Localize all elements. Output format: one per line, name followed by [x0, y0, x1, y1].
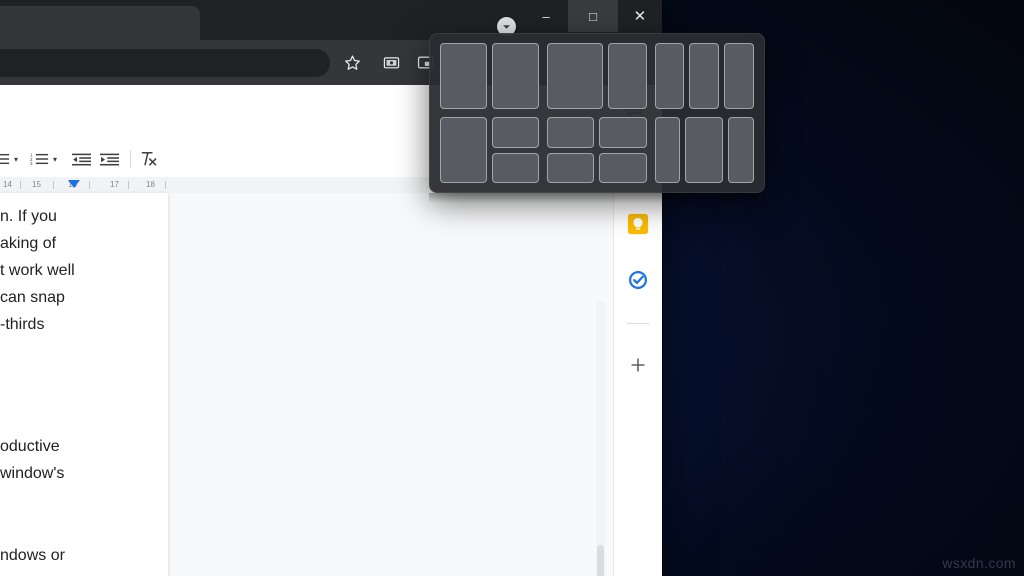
list-style-dropdown[interactable]: ▾ — [0, 147, 18, 171]
document-text-line: ndows or — [0, 547, 65, 564]
snap-layouts-flyout[interactable] — [429, 33, 765, 193]
snap-zone[interactable] — [689, 43, 720, 109]
first-line-indent-marker[interactable] — [68, 180, 80, 188]
ruler-pipe — [89, 181, 90, 189]
snap-layout-left-full-right-stacked[interactable] — [440, 117, 540, 183]
tasks-button[interactable] — [623, 265, 653, 295]
ruler-pipe — [128, 181, 129, 189]
snap-zone[interactable] — [599, 152, 647, 183]
scrollbar-track[interactable] — [596, 301, 605, 576]
document-text-line: aking of — [0, 235, 57, 252]
snap-zone[interactable] — [547, 43, 604, 109]
snap-layout-narrow-wide-narrow[interactable] — [654, 117, 754, 183]
snap-zone[interactable] — [547, 152, 595, 183]
snap-zone[interactable] — [728, 117, 754, 183]
snap-zone[interactable] — [654, 43, 685, 109]
snap-zone[interactable] — [685, 117, 724, 183]
docs-canvas: n. If you aking of t work well can snap … — [0, 193, 662, 576]
snap-zone[interactable] — [492, 117, 540, 148]
browser-active-tab[interactable] — [0, 6, 200, 40]
snap-zone[interactable] — [724, 43, 754, 109]
snap-layout-two-equal-columns[interactable] — [440, 43, 540, 109]
snap-zone[interactable] — [492, 152, 540, 183]
snap-zone[interactable] — [547, 117, 595, 148]
chevron-down-icon: ▾ — [14, 154, 19, 164]
explore-button[interactable] — [623, 209, 653, 239]
chevron-down-icon: ▾ — [53, 154, 58, 164]
toolbar-divider — [130, 150, 131, 168]
snap-zone[interactable] — [599, 117, 647, 148]
snap-zone[interactable] — [440, 117, 488, 183]
document-page[interactable]: n. If you aking of t work well can snap … — [0, 193, 168, 576]
numbered-list-dropdown[interactable]: 1 2 3 ▾ — [30, 147, 57, 171]
snap-zone[interactable] — [440, 43, 488, 109]
decrease-indent-button[interactable] — [72, 147, 91, 171]
increase-indent-button[interactable] — [100, 147, 119, 171]
document-text-line: -thirds — [0, 316, 45, 333]
minimize-icon: – — [542, 8, 550, 24]
snap-layout-three-equal-columns[interactable] — [654, 43, 754, 109]
window-caption-buttons: – □ ✕ — [430, 0, 662, 32]
extensions-icon[interactable] — [377, 49, 405, 77]
maximize-icon: □ — [589, 8, 597, 24]
svg-text:3: 3 — [30, 161, 33, 166]
ruler-tick: 15 — [32, 180, 41, 189]
document-text-line: can snap — [0, 289, 65, 306]
minimize-button[interactable]: – — [524, 0, 568, 32]
document-text-line: n. If you — [0, 208, 57, 225]
sidebar-divider — [627, 323, 649, 324]
ruler-pipe — [165, 181, 166, 189]
vertical-scrollbar[interactable] — [597, 545, 604, 576]
snap-layout-four-quadrants[interactable] — [547, 117, 647, 183]
document-text-line: window's — [0, 465, 65, 482]
snap-zone[interactable] — [608, 43, 647, 109]
site-watermark: wsxdn.com — [942, 555, 1016, 571]
maximize-button[interactable]: □ — [568, 0, 618, 32]
add-ons-button[interactable] — [623, 350, 653, 380]
address-bar[interactable] — [0, 49, 330, 77]
ruler-tick: 14 — [3, 180, 12, 189]
ruler-tick: 17 — [110, 180, 119, 189]
close-button[interactable]: ✕ — [618, 0, 662, 32]
snap-layout-wide-left-narrow-right[interactable] — [547, 43, 647, 109]
snap-zone[interactable] — [492, 43, 540, 109]
ruler-pipe — [20, 181, 21, 189]
close-icon: ✕ — [633, 7, 647, 25]
snap-zone[interactable] — [654, 117, 681, 183]
document-text-line: oductive — [0, 438, 60, 455]
bookmark-star-icon[interactable] — [338, 49, 366, 77]
ruler-pipe — [53, 181, 54, 189]
clear-formatting-button[interactable] — [139, 147, 157, 171]
ruler-tick: 18 — [146, 180, 155, 189]
document-text-line: t work well — [0, 262, 75, 279]
docs-right-sidebar — [613, 193, 662, 576]
